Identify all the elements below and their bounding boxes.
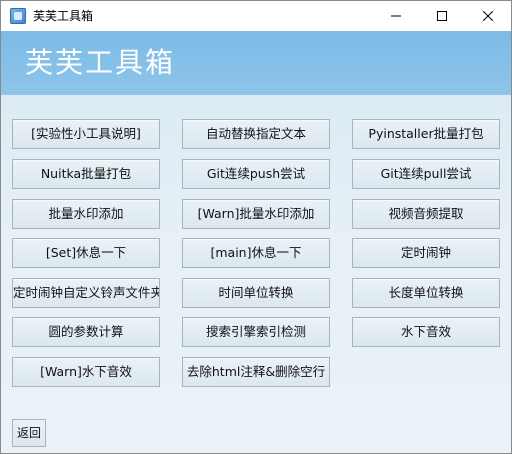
back-button[interactable]: 返回 (12, 419, 46, 447)
tool-button-nuitka-batch[interactable]: Nuitka批量打包 (12, 159, 160, 189)
header-banner: 芙芙工具箱 (1, 31, 511, 95)
tool-button-time-unit-convert[interactable]: 时间单位转换 (182, 278, 330, 308)
header-title: 芙芙工具箱 (25, 46, 176, 79)
maximize-button[interactable] (419, 1, 465, 31)
tool-button-underwater-sound[interactable]: 水下音效 (352, 317, 500, 347)
tool-button-warn-underwater-sound[interactable]: [Warn]水下音效 (12, 357, 160, 387)
tool-button-video-audio-extract[interactable]: 视频音频提取 (352, 199, 500, 229)
tool-button-timer-alarm[interactable]: 定时闹钟 (352, 238, 500, 268)
title-bar[interactable]: 芙芙工具箱 (1, 1, 511, 31)
tool-button-batch-watermark[interactable]: 批量水印添加 (12, 199, 160, 229)
tool-grid-area: [实验性小工具说明] 自动替换指定文本 Pyinstaller批量打包 Nuit… (1, 95, 511, 453)
minimize-icon (391, 15, 401, 17)
close-button[interactable] (465, 1, 511, 31)
tool-button-length-unit-convert[interactable]: 长度单位转换 (352, 278, 500, 308)
app-window: 芙芙工具箱 芙芙工具箱 [实验性小工具说明] 自动替换指定文本 Pyinstal… (0, 0, 512, 454)
tool-button-search-index-check[interactable]: 搜索引擎索引检测 (182, 317, 330, 347)
tool-button-experimental-notes[interactable]: [实验性小工具说明] (12, 119, 160, 149)
tool-button-circle-calc[interactable]: 圆的参数计算 (12, 317, 160, 347)
tool-button-pyinstaller-batch[interactable]: Pyinstaller批量打包 (352, 119, 500, 149)
tool-button-set-rest[interactable]: [Set]休息一下 (12, 238, 160, 268)
tool-button-git-push[interactable]: Git连续push尝试 (182, 159, 330, 189)
maximize-icon (437, 11, 447, 21)
tool-button-warn-batch-watermark[interactable]: [Warn]批量水印添加 (182, 199, 330, 229)
close-icon (483, 11, 493, 21)
window-title: 芙芙工具箱 (33, 9, 94, 23)
tool-button-strip-html-comments[interactable]: 去除html注释&删除空行 (182, 357, 330, 387)
tool-button-alarm-ringtone-folder[interactable]: 定时闹钟自定义铃声文件夹 (12, 278, 160, 308)
tool-button-auto-replace-text[interactable]: 自动替换指定文本 (182, 119, 330, 149)
minimize-button[interactable] (373, 1, 419, 31)
tool-button-main-rest[interactable]: [main]休息一下 (182, 238, 330, 268)
app-icon (10, 8, 26, 24)
tool-button-git-pull[interactable]: Git连续pull尝试 (352, 159, 500, 189)
